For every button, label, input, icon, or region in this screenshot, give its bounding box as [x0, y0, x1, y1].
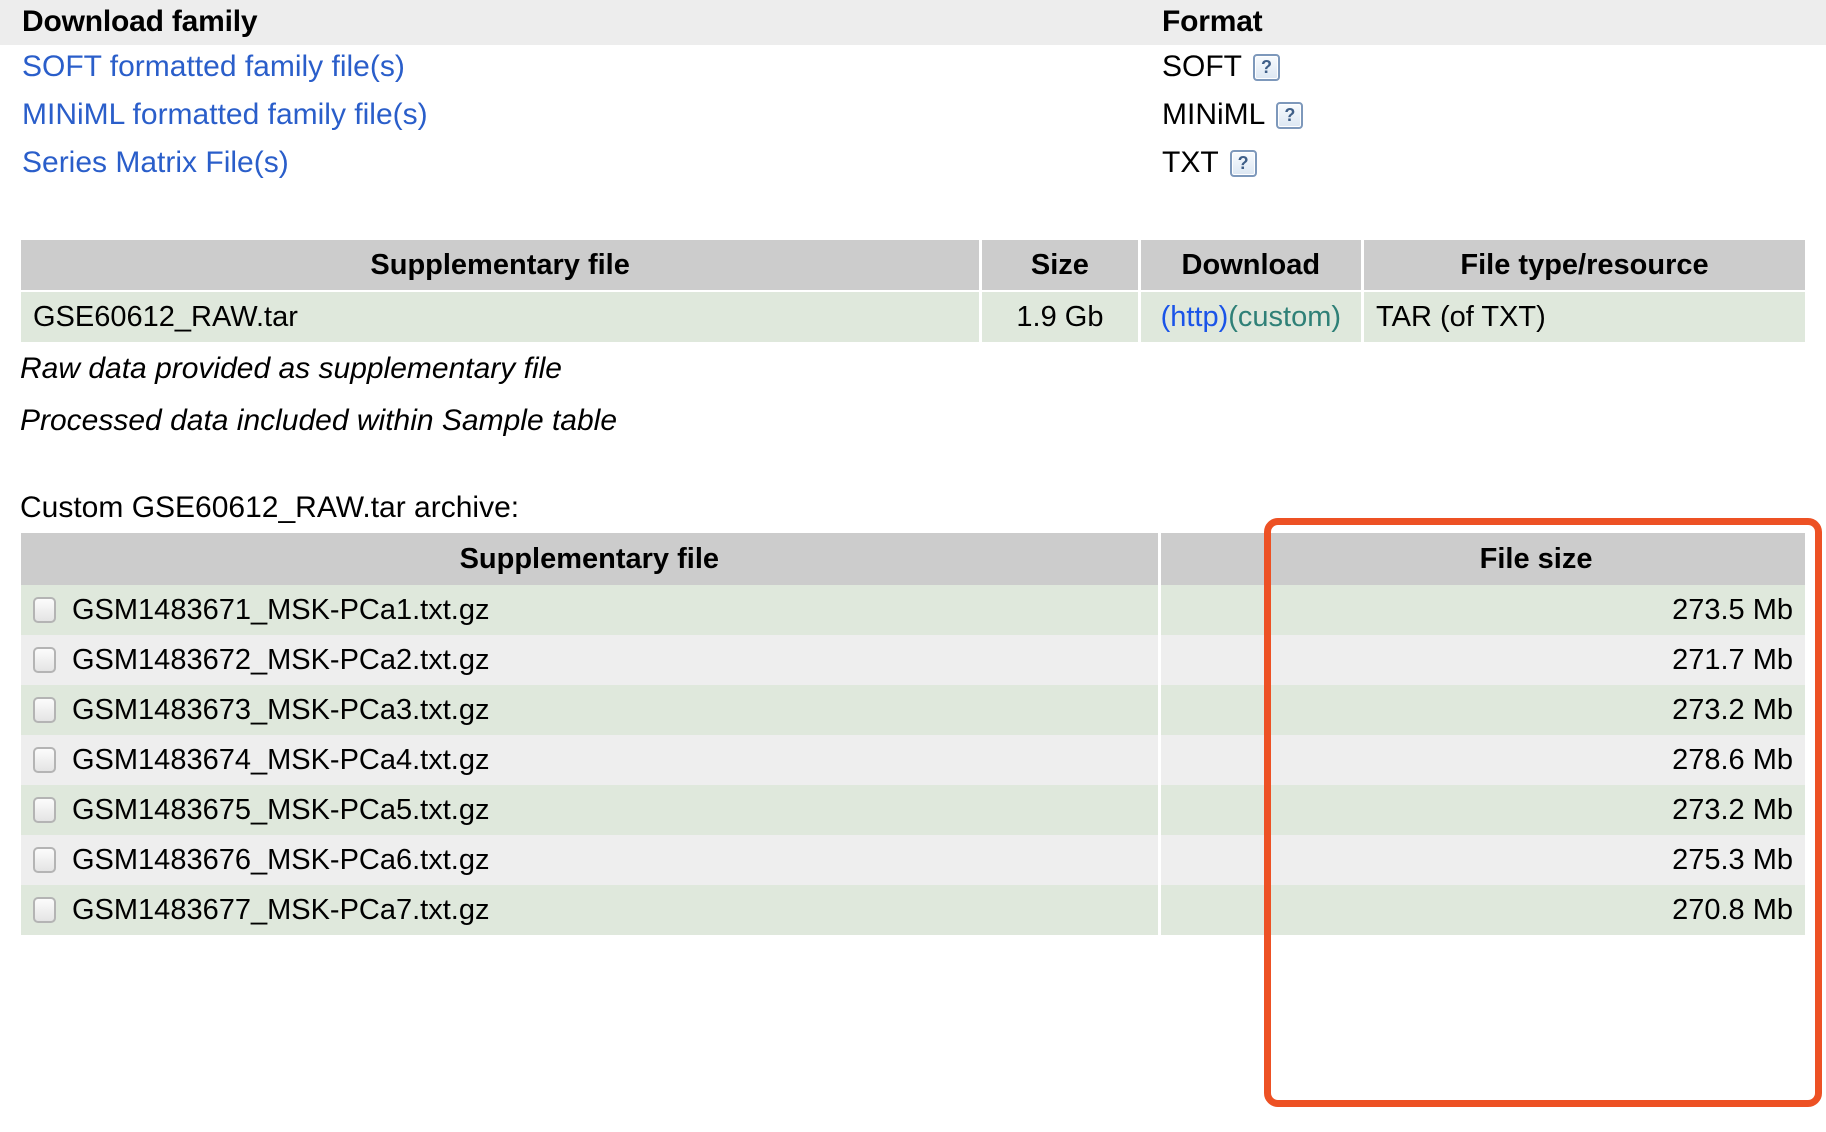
cell-file-size: 271.7 Mb [1267, 635, 1805, 685]
cell-file-type: TAR (of TXT) [1364, 292, 1805, 342]
col-header-size: Size [982, 240, 1138, 290]
col-header-spacer [1160, 533, 1265, 585]
cell-file-size: 278.6 Mb [1267, 735, 1805, 785]
table-row: GSM1483672_MSK-PCa2.txt.gz 271.7 Mb [21, 635, 1805, 685]
col-header-download: Download [1140, 240, 1362, 290]
file-name-label: GSM1483675_MSK-PCa5.txt.gz [72, 794, 490, 826]
help-icon[interactable] [1229, 149, 1257, 177]
cell-file: GSM1483677_MSK-PCa7.txt.gz [21, 885, 1158, 935]
custom-archive-table: Supplementary file File size GSM1483671_… [18, 533, 1808, 935]
file-select-checkbox[interactable] [33, 647, 56, 673]
file-select-checkbox[interactable] [33, 747, 56, 773]
file-select-checkbox[interactable] [33, 797, 56, 823]
table-header-row: Supplementary file Size Download File ty… [21, 240, 1805, 290]
format-cell-miniml: MINiML [1162, 97, 1304, 133]
table-row: GSE60612_RAW.tar 1.9 Gb (http)(custom) T… [21, 292, 1805, 342]
file-name-label: GSM1483677_MSK-PCa7.txt.gz [72, 894, 490, 926]
cell-file-size: 1.9 Gb [982, 292, 1138, 342]
col-header-supplementary-file: Supplementary file [21, 533, 1158, 585]
series-matrix-file-link[interactable]: Series Matrix File(s) [22, 145, 289, 181]
table-row: GSM1483673_MSK-PCa3.txt.gz 273.2 Mb [21, 685, 1805, 735]
cell-file: GSM1483673_MSK-PCa3.txt.gz [21, 685, 1158, 735]
table-row: GSM1483671_MSK-PCa1.txt.gz 273.5 Mb [21, 585, 1805, 635]
cell-spacer [1160, 785, 1265, 835]
custom-archive-caption: Custom GSE60612_RAW.tar archive: [20, 491, 520, 524]
cell-file: GSM1483675_MSK-PCa5.txt.gz [21, 785, 1158, 835]
cell-file-name: GSE60612_RAW.tar [21, 292, 980, 342]
download-http-link[interactable]: (http) [1161, 301, 1229, 333]
col-header-file-type: File type/resource [1364, 240, 1805, 290]
soft-family-file-link[interactable]: SOFT formatted family file(s) [22, 49, 405, 85]
format-cell-txt: TXT [1162, 145, 1257, 181]
cell-spacer [1160, 585, 1265, 635]
cell-file: GSM1483674_MSK-PCa4.txt.gz [21, 735, 1158, 785]
download-custom-link[interactable]: (custom) [1228, 301, 1341, 333]
table-row: GSM1483675_MSK-PCa5.txt.gz 273.2 Mb [21, 785, 1805, 835]
download-family-row: MINiML formatted family file(s) MINiML [0, 93, 1826, 141]
cell-file: GSM1483672_MSK-PCa2.txt.gz [21, 635, 1158, 685]
cell-spacer [1160, 835, 1265, 885]
cell-file-size: 273.2 Mb [1267, 685, 1805, 735]
download-family-rows: SOFT formatted family file(s) SOFT MINiM… [0, 45, 1826, 189]
format-column-header: Format [1162, 5, 1263, 38]
file-select-checkbox[interactable] [33, 897, 56, 923]
table-row: GSM1483677_MSK-PCa7.txt.gz 270.8 Mb [21, 885, 1805, 935]
supplementary-file-table: Supplementary file Size Download File ty… [18, 238, 1808, 344]
cell-file-size: 273.2 Mb [1267, 785, 1805, 835]
cell-file-size: 275.3 Mb [1267, 835, 1805, 885]
cell-spacer [1160, 685, 1265, 735]
file-select-checkbox[interactable] [33, 847, 56, 873]
file-name-label: GSM1483671_MSK-PCa1.txt.gz [72, 594, 490, 626]
col-header-file-size: File size [1267, 533, 1805, 585]
download-family-row: SOFT formatted family file(s) SOFT [0, 45, 1826, 93]
cell-spacer [1160, 635, 1265, 685]
format-cell-soft: SOFT [1162, 49, 1280, 85]
download-family-header-band: Download family Format [0, 0, 1826, 45]
file-select-checkbox[interactable] [33, 597, 56, 623]
col-header-supplementary-file: Supplementary file [21, 240, 980, 290]
file-name-label: GSM1483676_MSK-PCa6.txt.gz [72, 844, 490, 876]
help-icon[interactable] [1253, 53, 1280, 81]
table-row: GSM1483676_MSK-PCa6.txt.gz 275.3 Mb [21, 835, 1805, 885]
cell-file: GSM1483676_MSK-PCa6.txt.gz [21, 835, 1158, 885]
help-icon[interactable] [1276, 101, 1304, 129]
download-family-row: Series Matrix File(s) TXT [0, 141, 1826, 189]
file-name-label: GSM1483673_MSK-PCa3.txt.gz [72, 694, 490, 726]
file-select-checkbox[interactable] [33, 697, 56, 723]
file-name-label: GSM1483672_MSK-PCa2.txt.gz [72, 644, 490, 676]
cell-file: GSM1483671_MSK-PCa1.txt.gz [21, 585, 1158, 635]
note-raw-data: Raw data provided as supplementary file [20, 352, 562, 385]
custom-archive-rows: GSM1483671_MSK-PCa1.txt.gz 273.5 Mb GSM1… [21, 585, 1805, 935]
format-label-miniml: MINiML [1162, 98, 1266, 131]
download-family-column-header: Download family [22, 5, 258, 38]
miniml-family-file-link[interactable]: MINiML formatted family file(s) [22, 97, 428, 133]
cell-spacer [1160, 735, 1265, 785]
file-name-label: GSM1483674_MSK-PCa4.txt.gz [72, 744, 490, 776]
note-processed-data: Processed data included within Sample ta… [20, 404, 618, 437]
table-row: GSM1483674_MSK-PCa4.txt.gz 278.6 Mb [21, 735, 1805, 785]
table-header-row: Supplementary file File size [21, 533, 1805, 585]
cell-spacer [1160, 885, 1265, 935]
format-label-soft: SOFT [1162, 50, 1242, 83]
cell-download-links: (http)(custom) [1140, 292, 1362, 342]
format-label-txt: TXT [1162, 146, 1219, 179]
cell-file-size: 273.5 Mb [1267, 585, 1805, 635]
cell-file-size: 270.8 Mb [1267, 885, 1805, 935]
